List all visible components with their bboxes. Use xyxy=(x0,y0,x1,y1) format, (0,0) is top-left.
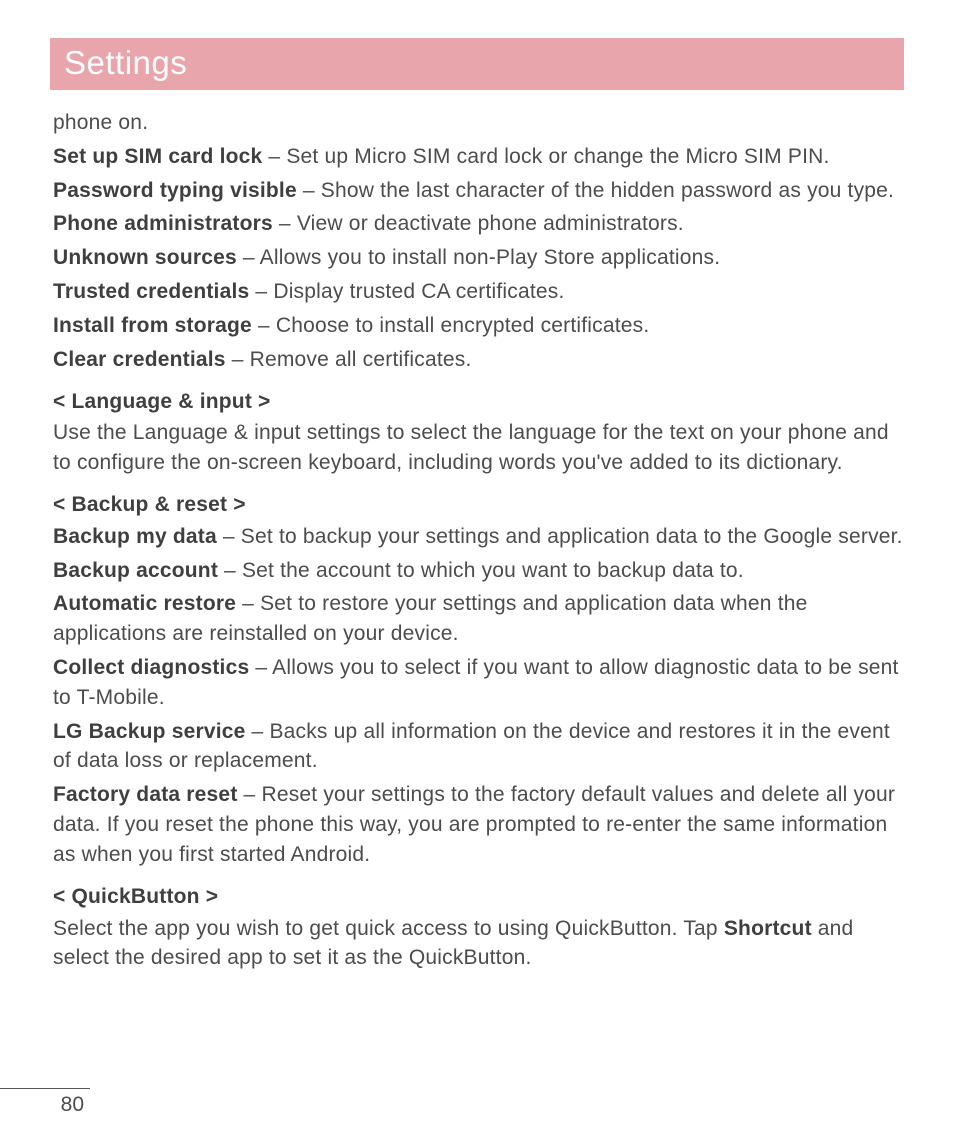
setting-item: Set up SIM card lock – Set up Micro SIM … xyxy=(53,142,904,172)
page-body: phone on. Set up SIM card lock – Set up … xyxy=(40,108,904,973)
setting-desc: – Display trusted CA certificates. xyxy=(249,280,564,303)
setting-desc: – Allows you to install non-Play Store a… xyxy=(237,246,720,269)
section-desc-language: Use the Language & input settings to sel… xyxy=(53,418,904,478)
page-number: 80 xyxy=(0,1088,90,1117)
setting-desc: – Set the account to which you want to b… xyxy=(218,559,744,582)
section-heading-language: < Language & input > xyxy=(53,387,904,417)
setting-item: Unknown sources – Allows you to install … xyxy=(53,243,904,273)
quickbutton-desc: Select the app you wish to get quick acc… xyxy=(53,914,904,974)
setting-item: Automatic restore – Set to restore your … xyxy=(53,589,904,649)
setting-desc: – Set to backup your settings and applic… xyxy=(217,525,903,548)
setting-desc: – Choose to install encrypted certificat… xyxy=(252,314,650,337)
setting-label: Phone administrators xyxy=(53,212,273,235)
setting-label: Set up SIM card lock xyxy=(53,145,262,168)
intro-fragment: phone on. xyxy=(53,108,904,138)
setting-label: Trusted credentials xyxy=(53,280,249,303)
page-title: Settings xyxy=(50,38,904,90)
setting-label: Backup account xyxy=(53,559,218,582)
setting-item: Collect diagnostics – Allows you to sele… xyxy=(53,653,904,713)
setting-desc: – Remove all certificates. xyxy=(226,348,472,371)
setting-label: LG Backup service xyxy=(53,720,246,743)
setting-label: Install from storage xyxy=(53,314,252,337)
setting-label: Automatic restore xyxy=(53,592,236,615)
quickbutton-pre: Select the app you wish to get quick acc… xyxy=(53,917,724,940)
setting-item: Password typing visible – Show the last … xyxy=(53,176,904,206)
setting-item: LG Backup service – Backs up all informa… xyxy=(53,717,904,777)
setting-desc: – Set up Micro SIM card lock or change t… xyxy=(262,145,829,168)
setting-label: Factory data reset xyxy=(53,783,238,806)
setting-desc: – View or deactivate phone administrator… xyxy=(273,212,684,235)
setting-item: Trusted credentials – Display trusted CA… xyxy=(53,277,904,307)
setting-label: Backup my data xyxy=(53,525,217,548)
setting-item: Phone administrators – View or deactivat… xyxy=(53,209,904,239)
setting-item: Clear credentials – Remove all certifica… xyxy=(53,345,904,375)
setting-item: Factory data reset – Reset your settings… xyxy=(53,780,904,869)
setting-label: Clear credentials xyxy=(53,348,226,371)
setting-item: Backup account – Set the account to whic… xyxy=(53,556,904,586)
setting-label: Collect diagnostics xyxy=(53,656,249,679)
manual-page: Settings phone on. Set up SIM card lock … xyxy=(0,0,954,1145)
section-heading-backup: < Backup & reset > xyxy=(53,490,904,520)
setting-item: Install from storage – Choose to install… xyxy=(53,311,904,341)
section-heading-quickbutton: < QuickButton > xyxy=(53,882,904,912)
quickbutton-bold: Shortcut xyxy=(724,917,812,940)
setting-desc: – Show the last character of the hidden … xyxy=(297,179,894,202)
setting-label: Password typing visible xyxy=(53,179,297,202)
setting-item: Backup my data – Set to backup your sett… xyxy=(53,522,904,552)
setting-label: Unknown sources xyxy=(53,246,237,269)
